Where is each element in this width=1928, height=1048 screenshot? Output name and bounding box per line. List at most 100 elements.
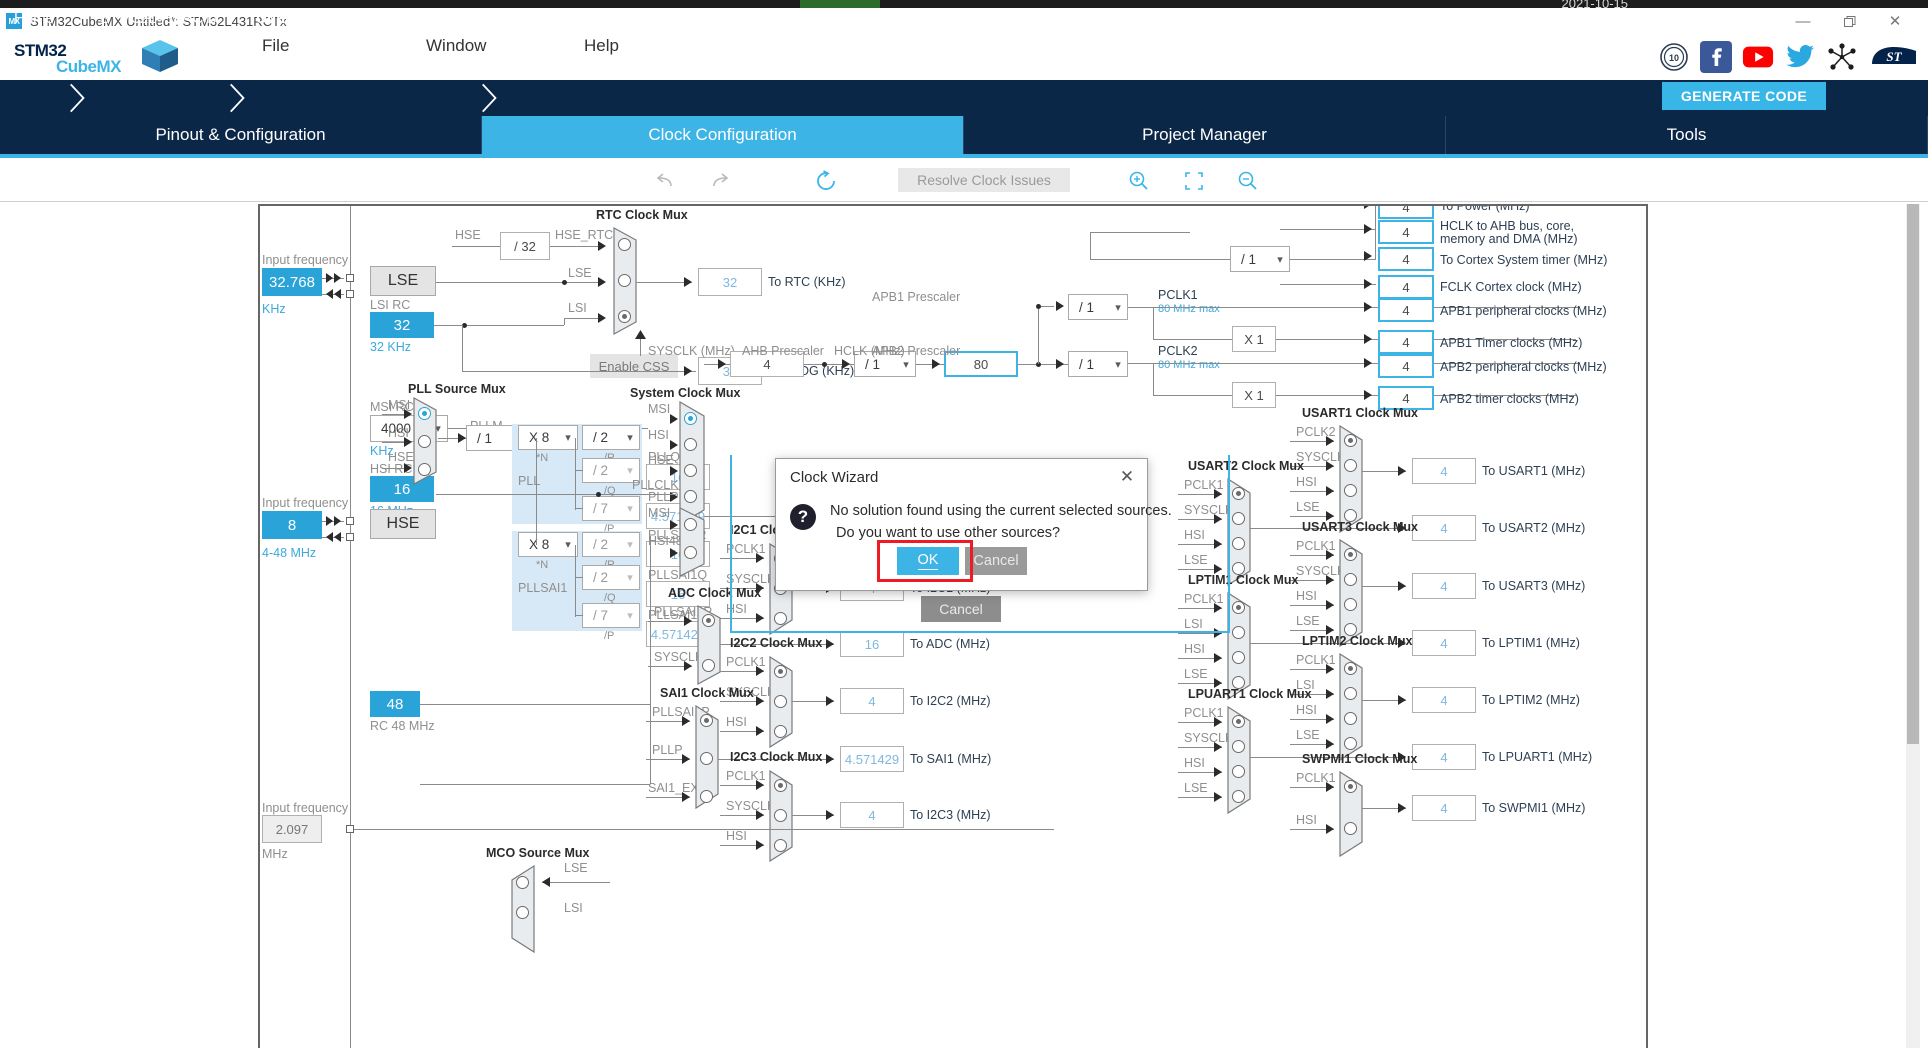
to-lptim1-value[interactable]: 4 xyxy=(1412,630,1476,656)
swpmi1-mux-radio-0[interactable] xyxy=(1344,780,1357,793)
lse-block[interactable]: LSE xyxy=(370,266,436,296)
pll-p-combo[interactable]: / 7 ▾ xyxy=(582,496,640,521)
hub-icon[interactable] xyxy=(1826,41,1858,73)
adc-mux-radio-0[interactable] xyxy=(702,614,715,627)
dialog-close-icon[interactable]: ✕ xyxy=(1115,465,1139,489)
usart2-mux-radio-0[interactable] xyxy=(1232,487,1245,500)
maximize-button[interactable] xyxy=(1832,8,1866,34)
to-i2c2-value[interactable]: 4 xyxy=(840,688,904,714)
to-rtc-value[interactable]: 32 xyxy=(698,268,762,296)
bus-output-value-1[interactable]: 4 xyxy=(1378,220,1434,244)
sys-mux-radio-0[interactable] xyxy=(684,412,697,425)
pllsai1-q-combo[interactable]: / 2 ▾ xyxy=(582,565,640,590)
pll-source-mux-radio-0[interactable] xyxy=(418,407,431,420)
tab-pinout-configuration[interactable]: Pinout & Configuration xyxy=(0,116,482,154)
rtc-mux-radio-0[interactable] xyxy=(618,238,631,251)
lpuart1-mux-radio-3[interactable] xyxy=(1232,790,1245,803)
generate-code-button[interactable]: GENERATE CODE xyxy=(1662,82,1826,110)
twitter-icon[interactable] xyxy=(1784,41,1816,73)
pclk1-multiplier[interactable]: X 1 xyxy=(1232,326,1276,352)
breadcrumb-home[interactable]: Home xyxy=(14,0,54,36)
to-usart1-value[interactable]: 4 xyxy=(1412,458,1476,484)
lptim2-mux-radio-0[interactable] xyxy=(1344,662,1357,675)
to-lpuart1-value[interactable]: 4 xyxy=(1412,744,1476,770)
rng-mux-radio-1[interactable] xyxy=(684,546,697,559)
i2c3-mux-radio-1[interactable] xyxy=(774,809,787,822)
lsi-rc-value[interactable]: 32 xyxy=(370,312,434,338)
to-lptim2-value[interactable]: 4 xyxy=(1412,687,1476,713)
mco-mux-radio-0[interactable] xyxy=(516,876,529,889)
zoom-out-icon[interactable] xyxy=(1237,164,1259,198)
lptim1-mux-radio-1[interactable] xyxy=(1232,626,1245,639)
usart1-mux-radio-2[interactable] xyxy=(1344,484,1357,497)
i2c2-mux-radio-0[interactable] xyxy=(774,665,787,678)
scrollbar-thumb[interactable] xyxy=(1907,204,1919,744)
sai1-mux-radio-2[interactable] xyxy=(700,790,713,803)
rc48-value[interactable]: 48 xyxy=(370,691,420,717)
reset-icon[interactable] xyxy=(815,164,839,198)
pll-n-combo[interactable]: X 8 ▾ xyxy=(518,425,578,450)
i2c2-mux-radio-1[interactable] xyxy=(774,695,787,708)
zoom-in-icon[interactable] xyxy=(1128,164,1150,198)
cortex-divider-combo[interactable]: / 1 ▾ xyxy=(1230,246,1290,272)
mco-input-frequency[interactable]: 2.097 xyxy=(262,815,322,843)
usart3-mux-radio-2[interactable] xyxy=(1344,598,1357,611)
bus-output-value-5[interactable]: 4 xyxy=(1378,330,1434,354)
dialog-cancel-button[interactable]: Cancel xyxy=(965,547,1027,575)
to-usart3-value[interactable]: 4 xyxy=(1412,573,1476,599)
sys-mux-radio-2[interactable] xyxy=(684,464,697,477)
rng-mux-radio-0[interactable] xyxy=(684,518,697,531)
i2c3-mux-radio-0[interactable] xyxy=(774,779,787,792)
pll-r-combo[interactable]: / 2 ▾ xyxy=(582,425,640,450)
lptim2-mux-radio-2[interactable] xyxy=(1344,712,1357,725)
tab-tools[interactable]: Tools xyxy=(1446,116,1928,154)
lse-input-frequency[interactable]: 32.768 xyxy=(262,268,322,296)
usart2-mux-radio-2[interactable] xyxy=(1232,537,1245,550)
to-usart2-value[interactable]: 4 xyxy=(1412,515,1476,541)
pclk2-multiplier[interactable]: X 1 xyxy=(1232,382,1276,408)
lptim1-mux-radio-2[interactable] xyxy=(1232,651,1245,664)
sys-mux-radio-1[interactable] xyxy=(684,438,697,451)
sai1-mux-radio-0[interactable] xyxy=(700,714,713,727)
pll-source-mux-radio-2[interactable] xyxy=(418,463,431,476)
pllsai1-r-combo[interactable]: / 2 ▾ xyxy=(582,532,640,557)
close-button[interactable]: ✕ xyxy=(1878,8,1912,34)
apb2-prescaler-combo[interactable]: / 1 ▾ xyxy=(1068,351,1128,377)
apb1-prescaler-combo[interactable]: / 1 ▾ xyxy=(1068,294,1128,320)
bus-output-value-6[interactable]: 4 xyxy=(1378,354,1434,378)
hse-input-frequency[interactable]: 8 xyxy=(262,511,322,539)
anniversary-icon[interactable]: 10 xyxy=(1658,41,1690,73)
to-sai1-value[interactable]: 4.571429 xyxy=(840,746,904,772)
sai1-mux-radio-1[interactable] xyxy=(700,752,713,765)
dialog-ok-button[interactable]: OK xyxy=(897,547,959,575)
lpuart1-mux-radio-2[interactable] xyxy=(1232,765,1245,778)
adc-mux-radio-1[interactable] xyxy=(702,659,715,672)
usart1-mux-radio-0[interactable] xyxy=(1344,434,1357,447)
rtc-hse-divider[interactable]: / 32 xyxy=(500,232,550,260)
pllsai1-n-combo[interactable]: X 8 ▾ xyxy=(518,532,578,557)
usart2-mux-radio-1[interactable] xyxy=(1232,512,1245,525)
lptim1-mux-radio-0[interactable] xyxy=(1232,601,1245,614)
bus-output-value-4[interactable]: 4 xyxy=(1378,298,1434,322)
pll-source-mux-radio-1[interactable] xyxy=(418,435,431,448)
to-swpmi1-value[interactable]: 4 xyxy=(1412,795,1476,821)
hse-block[interactable]: HSE xyxy=(370,509,436,539)
menu-help[interactable]: Help xyxy=(570,30,633,62)
tab-clock-configuration[interactable]: Clock Configuration xyxy=(482,116,964,154)
redo-icon[interactable] xyxy=(708,164,730,198)
youtube-icon[interactable] xyxy=(1742,41,1774,73)
usart3-mux-radio-1[interactable] xyxy=(1344,573,1357,586)
mco-mux-radio-1[interactable] xyxy=(516,906,529,919)
breadcrumb-mcu[interactable]: STM32L431RCTx xyxy=(100,0,220,36)
bus-output-value-3[interactable]: 4 xyxy=(1378,275,1434,299)
lpuart1-mux-radio-0[interactable] xyxy=(1232,715,1245,728)
swpmi1-mux-radio-1[interactable] xyxy=(1344,822,1357,835)
minimize-button[interactable]: — xyxy=(1786,8,1820,34)
lptim2-mux-radio-3[interactable] xyxy=(1344,737,1357,750)
lpuart1-mux-radio-1[interactable] xyxy=(1232,740,1245,753)
usart3-mux-radio-0[interactable] xyxy=(1344,548,1357,561)
facebook-icon[interactable] xyxy=(1700,41,1732,73)
canvas-vertical-scrollbar[interactable] xyxy=(1906,204,1920,1048)
i2c3-mux-radio-2[interactable] xyxy=(774,839,787,852)
tab-project-manager[interactable]: Project Manager xyxy=(964,116,1446,154)
